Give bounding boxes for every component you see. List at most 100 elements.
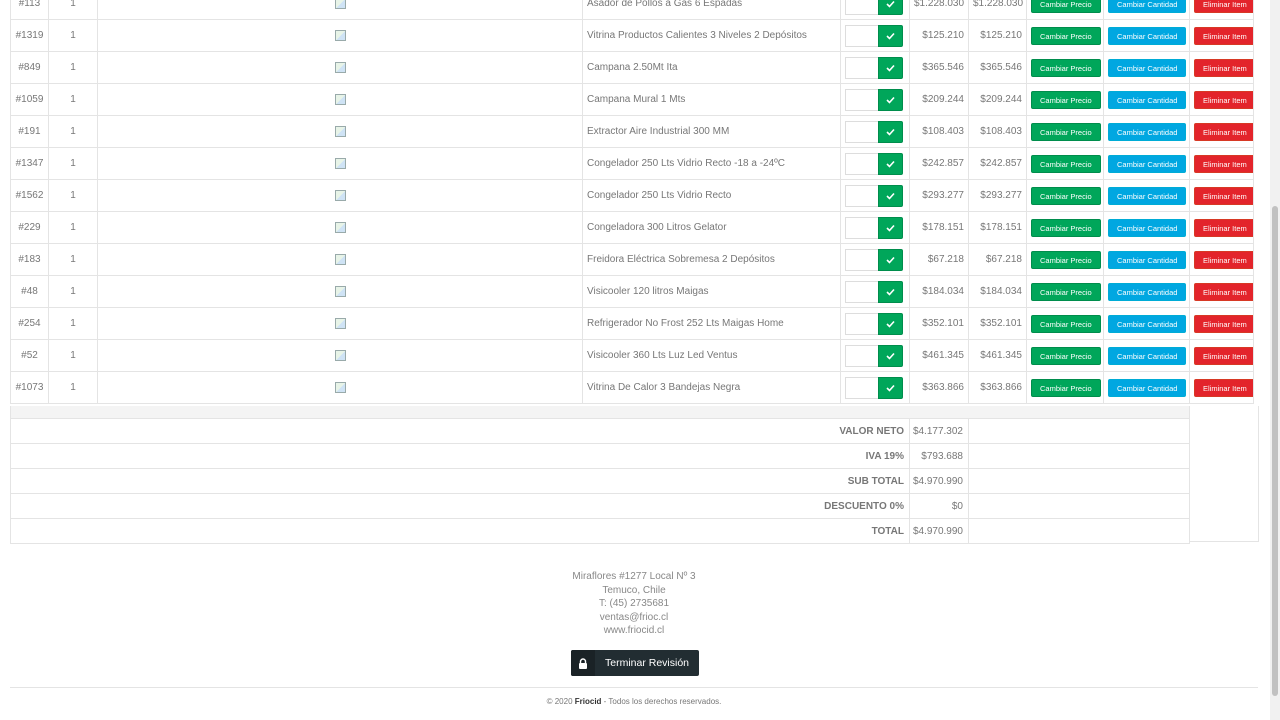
confirm-check-button[interactable]: [878, 0, 903, 15]
confirm-check-button[interactable]: [878, 88, 903, 111]
confirm-check-button[interactable]: [878, 312, 903, 335]
change-quantity-button[interactable]: Cambiar Cantidad: [1108, 250, 1187, 269]
price-edit-input[interactable]: [845, 280, 878, 303]
change-quantity-button[interactable]: Cambiar Cantidad: [1108, 314, 1187, 333]
remove-item-button[interactable]: Eliminar Item: [1194, 154, 1253, 173]
change-quantity-button[interactable]: Cambiar Cantidad: [1108, 346, 1187, 365]
item-price-edit-cell: [840, 83, 910, 116]
change-price-button[interactable]: Cambiar Precio: [1031, 346, 1101, 365]
remove-item-cell: Eliminar Item: [1189, 83, 1254, 116]
change-quantity-button[interactable]: Cambiar Cantidad: [1108, 26, 1187, 45]
item-unit-price: $242.857: [909, 147, 969, 180]
scrollbar-thumb[interactable]: [1272, 206, 1278, 696]
item-total-price: $178.151: [968, 211, 1027, 244]
remove-item-button[interactable]: Eliminar Item: [1194, 0, 1253, 13]
change-quantity-button[interactable]: Cambiar Cantidad: [1108, 218, 1187, 237]
lock-icon: [571, 650, 595, 676]
remove-item-button[interactable]: Eliminar Item: [1194, 58, 1253, 77]
confirm-check-button[interactable]: [878, 120, 903, 143]
table-row: #1562 1 Congelador 250 Lts Vidrio Recto …: [10, 179, 1254, 212]
price-edit-input[interactable]: [845, 216, 878, 239]
summary-row: DESCUENTO 0% $0: [10, 493, 1190, 519]
summary-label: SUB TOTAL: [10, 468, 910, 494]
confirm-check-button[interactable]: [878, 184, 903, 207]
item-total-price: $1.228.030: [968, 0, 1027, 20]
remove-item-button[interactable]: Eliminar Item: [1194, 250, 1253, 269]
summary-label: VALOR NETO: [10, 418, 910, 444]
remove-item-button[interactable]: Eliminar Item: [1194, 378, 1253, 397]
check-icon: [886, 320, 895, 328]
confirm-check-button[interactable]: [878, 152, 903, 175]
price-edit-input[interactable]: [845, 0, 878, 15]
change-quantity-button[interactable]: Cambiar Cantidad: [1108, 282, 1187, 301]
item-quantity: 1: [48, 147, 98, 180]
change-price-button[interactable]: Cambiar Precio: [1031, 314, 1101, 333]
item-unit-price: $108.403: [909, 115, 969, 148]
price-edit-input[interactable]: [845, 120, 878, 143]
price-edit-input[interactable]: [845, 88, 878, 111]
price-edit-input[interactable]: [845, 376, 878, 399]
confirm-check-button[interactable]: [878, 56, 903, 79]
change-price-button[interactable]: Cambiar Precio: [1031, 154, 1101, 173]
end-review-button[interactable]: Terminar Revisión: [571, 650, 699, 676]
change-price-button[interactable]: Cambiar Precio: [1031, 58, 1101, 77]
item-unit-price: $209.244: [909, 83, 969, 116]
change-quantity-button[interactable]: Cambiar Cantidad: [1108, 122, 1187, 141]
item-quantity: 1: [48, 19, 98, 52]
change-price-button[interactable]: Cambiar Precio: [1031, 218, 1101, 237]
remove-item-cell: Eliminar Item: [1189, 211, 1254, 244]
remove-item-button[interactable]: Eliminar Item: [1194, 122, 1253, 141]
remove-item-button[interactable]: Eliminar Item: [1194, 186, 1253, 205]
price-edit-input[interactable]: [845, 248, 878, 271]
change-price-button[interactable]: Cambiar Precio: [1031, 0, 1101, 13]
change-quantity-button[interactable]: Cambiar Cantidad: [1108, 186, 1187, 205]
remove-item-button[interactable]: Eliminar Item: [1194, 314, 1253, 333]
item-image-cell: [97, 147, 583, 180]
confirm-check-button[interactable]: [878, 248, 903, 271]
broken-image-icon: [334, 253, 346, 265]
remove-item-button[interactable]: Eliminar Item: [1194, 218, 1253, 237]
store-address: Miraflores #1277 Local Nº 3: [572, 571, 696, 582]
change-quantity-button[interactable]: Cambiar Cantidad: [1108, 378, 1187, 397]
item-name: Vitrina De Calor 3 Bandejas Negra: [582, 371, 841, 404]
table-row: #191 1 Extractor Aire Industrial 300 MM …: [10, 115, 1254, 148]
change-price-button[interactable]: Cambiar Precio: [1031, 90, 1101, 109]
price-edit-input[interactable]: [845, 184, 878, 207]
item-total-price: $363.866: [968, 371, 1027, 404]
change-qty-cell: Cambiar Cantidad: [1103, 19, 1190, 52]
change-price-button[interactable]: Cambiar Precio: [1031, 186, 1101, 205]
change-price-button[interactable]: Cambiar Precio: [1031, 26, 1101, 45]
item-price-edit-cell: [840, 115, 910, 148]
broken-image-icon: [334, 93, 346, 105]
confirm-check-button[interactable]: [878, 24, 903, 47]
item-unit-price: $365.546: [909, 51, 969, 84]
price-edit-input[interactable]: [845, 56, 878, 79]
page-scrollbar[interactable]: [1270, 0, 1280, 720]
item-unit-price: $125.210: [909, 19, 969, 52]
confirm-check-button[interactable]: [878, 344, 903, 367]
price-edit-input[interactable]: [845, 24, 878, 47]
confirm-check-button[interactable]: [878, 376, 903, 399]
remove-item-button[interactable]: Eliminar Item: [1194, 26, 1253, 45]
check-icon: [886, 288, 895, 296]
confirm-check-button[interactable]: [878, 280, 903, 303]
change-quantity-button[interactable]: Cambiar Cantidad: [1108, 90, 1187, 109]
price-edit-input[interactable]: [845, 312, 878, 335]
change-quantity-button[interactable]: Cambiar Cantidad: [1108, 0, 1187, 13]
remove-item-button[interactable]: Eliminar Item: [1194, 90, 1253, 109]
change-price-cell: Cambiar Precio: [1026, 371, 1104, 404]
remove-item-button[interactable]: Eliminar Item: [1194, 282, 1253, 301]
change-price-button[interactable]: Cambiar Precio: [1031, 282, 1101, 301]
remove-item-button[interactable]: Eliminar Item: [1194, 346, 1253, 365]
change-price-button[interactable]: Cambiar Precio: [1031, 250, 1101, 269]
change-quantity-button[interactable]: Cambiar Cantidad: [1108, 154, 1187, 173]
brand-name[interactable]: Friocid: [575, 697, 602, 706]
price-edit-input[interactable]: [845, 344, 878, 367]
change-price-button[interactable]: Cambiar Precio: [1031, 378, 1101, 397]
change-price-button[interactable]: Cambiar Precio: [1031, 122, 1101, 141]
item-id: #1319: [10, 19, 49, 52]
price-edit-input[interactable]: [845, 152, 878, 175]
change-quantity-button[interactable]: Cambiar Cantidad: [1108, 58, 1187, 77]
change-qty-cell: Cambiar Cantidad: [1103, 371, 1190, 404]
confirm-check-button[interactable]: [878, 216, 903, 239]
